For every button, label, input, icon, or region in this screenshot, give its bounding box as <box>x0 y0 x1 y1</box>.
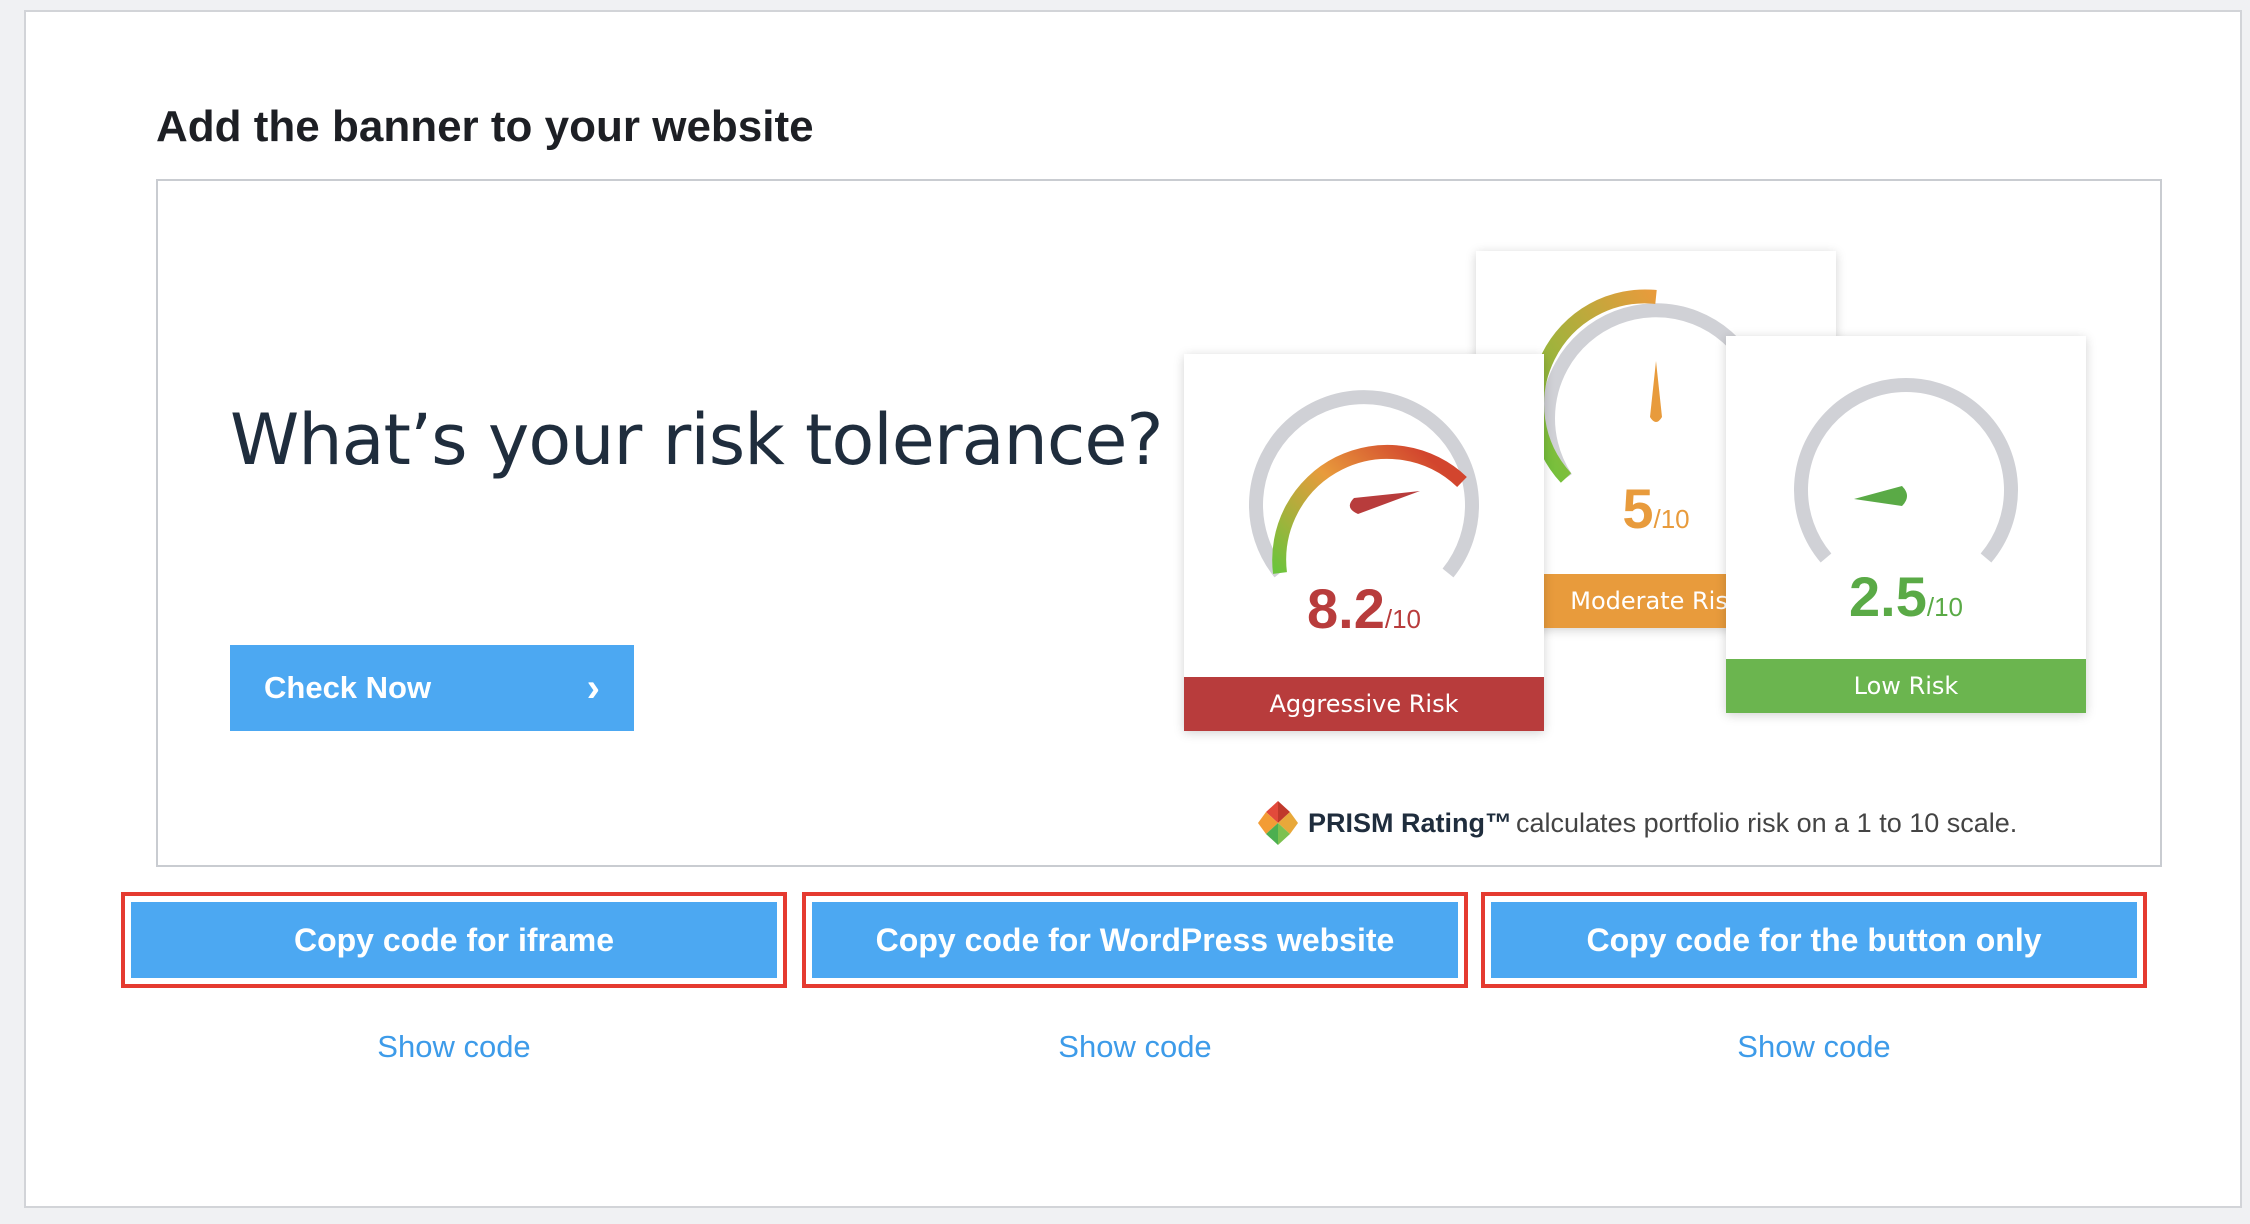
risk-card-aggressive: 8.2/10 Aggressive Risk <box>1184 354 1544 731</box>
copy-iframe-button[interactable]: Copy code for iframe <box>131 902 777 978</box>
show-code-link-iframe[interactable]: Show code <box>121 1029 787 1065</box>
gauge-track <box>1794 377 2018 563</box>
prism-brand: PRISM Rating™ <box>1308 807 1513 838</box>
label-aggressive: Aggressive Risk <box>1184 677 1544 731</box>
check-now-label: Check Now <box>264 670 432 705</box>
show-code-link-wordpress[interactable]: Show code <box>802 1029 1468 1065</box>
gauge-needle <box>1650 361 1662 422</box>
prism-rating-note: PRISM Rating™ calculates portfolio risk … <box>1258 801 2017 845</box>
page-title: Add the banner to your website <box>156 102 814 151</box>
chevron-right-icon: › <box>586 666 600 710</box>
gauge-aggressive <box>1249 390 1479 578</box>
prism-logo-icon <box>1258 801 1298 845</box>
prism-description: calculates portfolio risk on a 1 to 10 s… <box>1516 807 2018 838</box>
gauge-fill <box>1272 444 1467 574</box>
show-code-link-button-only[interactable]: Show code <box>1481 1029 2147 1065</box>
copy-wordpress-button[interactable]: Copy code for WordPress website <box>812 902 1458 978</box>
banner-preview: What’s your risk tolerance? Check Now › … <box>156 179 2162 867</box>
gauge-track <box>1249 390 1479 578</box>
score-aggressive: 8.2/10 <box>1306 577 1421 640</box>
highlight-frame-button-only: Copy code for the button only <box>1481 892 2147 988</box>
gauge-low <box>1794 377 2018 563</box>
label-low: Low Risk <box>1726 659 2086 713</box>
banner-question: What’s your risk tolerance? <box>230 399 1164 481</box>
gauge-needle <box>1854 486 1907 506</box>
highlight-frame-wordpress: Copy code for WordPress website <box>802 892 1468 988</box>
risk-card-low: 2.5/10 Low Risk <box>1726 336 2086 713</box>
score-low: 2.5/10 <box>1848 565 1963 628</box>
content-panel: Add the banner to your website What’s yo… <box>24 10 2242 1208</box>
gauge-needle <box>1349 491 1420 514</box>
highlight-frame-iframe: Copy code for iframe <box>121 892 787 988</box>
check-now-button[interactable]: Check Now › <box>230 645 634 731</box>
copy-button-only-button[interactable]: Copy code for the button only <box>1491 902 2137 978</box>
